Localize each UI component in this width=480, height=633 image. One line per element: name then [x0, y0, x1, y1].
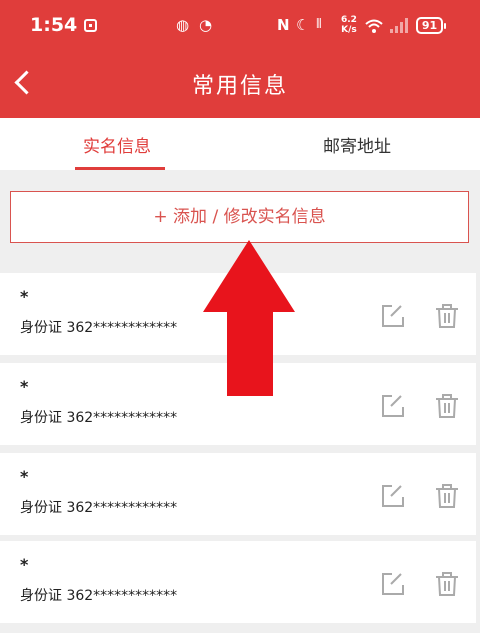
record-id: 身份证 362************ [20, 410, 178, 426]
edit-icon[interactable] [380, 303, 406, 329]
nfc-icon: N [277, 16, 290, 34]
record-id: 身份证 362************ [20, 588, 178, 604]
record-name: * [20, 287, 29, 306]
trash-icon[interactable] [434, 571, 460, 597]
sim-card-icon [84, 19, 97, 32]
red-up-arrow-annotation [203, 240, 295, 396]
notification-icon: ◍ [176, 16, 190, 34]
speedometer-icon: ◔ [199, 16, 213, 34]
record-name: * [20, 467, 29, 486]
record-name: * [20, 555, 29, 574]
network-speed-value: 6.2 [341, 15, 357, 25]
trash-icon[interactable] [434, 303, 460, 329]
edit-icon[interactable] [380, 393, 406, 419]
battery-icon: 91 [416, 17, 446, 34]
wifi-icon [365, 19, 383, 33]
nav-bar: 常用信息 [0, 56, 480, 118]
tab-mailing-address[interactable]: 邮寄地址 [323, 132, 391, 157]
record-id: 身份证 362************ [20, 320, 178, 336]
app-header: 1:54 ◍ ◔ N ☾ ⦀ 6.2 K/s 91 常用信息 [0, 0, 480, 118]
trash-icon[interactable] [434, 483, 460, 509]
moon-icon: ☾ [296, 16, 310, 34]
add-edit-real-name-button[interactable]: + 添加 / 修改实名信息 [10, 191, 469, 243]
status-time: 1:54 [30, 14, 78, 36]
record-card: * 身份证 362************ [0, 541, 476, 623]
active-tab-indicator [75, 167, 165, 170]
page-title: 常用信息 [191, 74, 288, 99]
record-id: 身份证 362************ [20, 500, 178, 516]
record-name: * [20, 377, 29, 396]
network-speed-unit: K/s [341, 25, 357, 35]
status-bar: 1:54 ◍ ◔ N ☾ ⦀ 6.2 K/s 91 [0, 0, 480, 56]
record-card: * 身份证 362************ [0, 453, 476, 535]
signal-icon [390, 18, 408, 33]
tab-real-name-info[interactable]: 实名信息 [83, 132, 151, 157]
edit-icon[interactable] [380, 571, 406, 597]
trash-icon[interactable] [434, 393, 460, 419]
vibrate-icon: ⦀ [316, 17, 322, 32]
network-speed: 6.2 K/s [341, 15, 357, 35]
edit-icon[interactable] [380, 483, 406, 509]
tab-bar: 实名信息 邮寄地址 [0, 118, 480, 170]
